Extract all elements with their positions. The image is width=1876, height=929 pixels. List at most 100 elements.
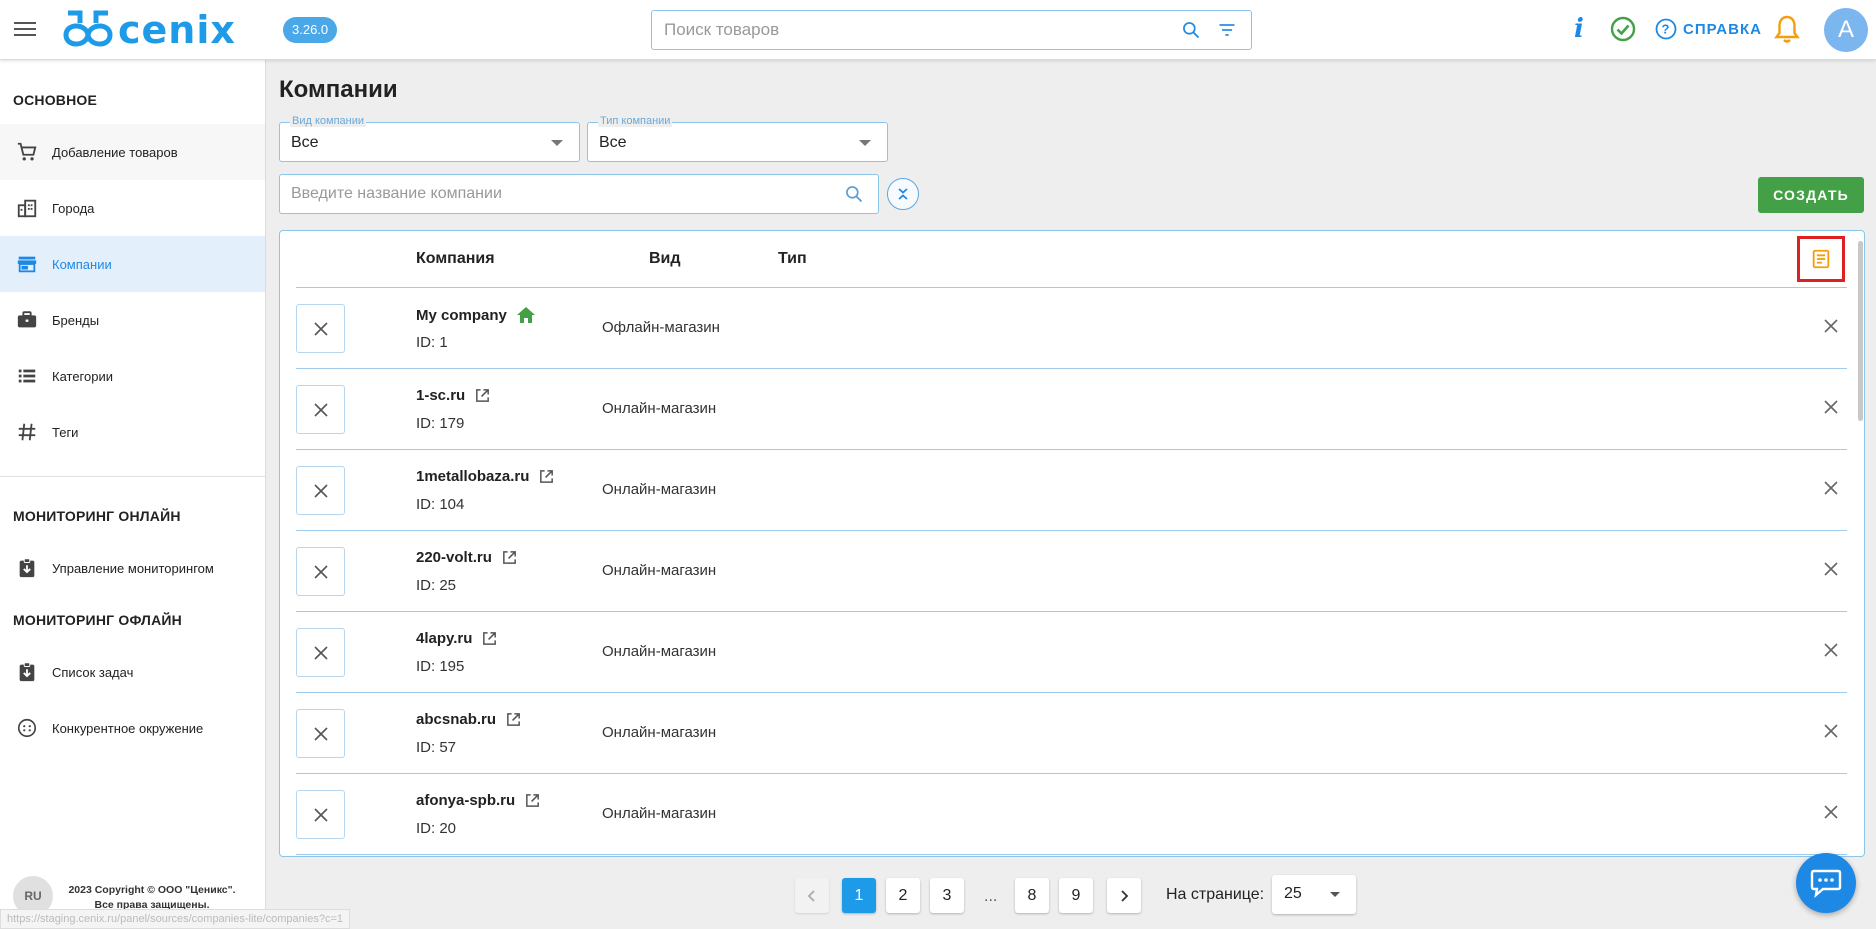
table-row[interactable]: My company ID: 1 Офлайн-магазин xyxy=(296,288,1847,369)
delete-row-icon[interactable] xyxy=(1823,723,1839,739)
status-bar-url: https://staging.cenix.ru/panel/sources/c… xyxy=(0,909,350,929)
external-link-icon[interactable] xyxy=(505,711,522,728)
search-icon[interactable] xyxy=(844,184,864,209)
company-name[interactable]: 220-volt.ru xyxy=(416,549,492,566)
table-row[interactable]: abcsnab.ru ID: 57 Онлайн-магазин xyxy=(296,693,1847,774)
delete-row-icon[interactable] xyxy=(1823,642,1839,658)
company-name-cell: abcsnab.ru xyxy=(416,711,522,728)
select-row-button[interactable] xyxy=(296,628,345,677)
filter-icon[interactable] xyxy=(1217,20,1237,45)
sidebar-item-monitoring-management[interactable]: Управление мониторингом xyxy=(0,540,265,596)
company-kind: Онлайн-магазин xyxy=(602,805,717,822)
company-kind: Онлайн-магазин xyxy=(602,400,717,417)
external-link-icon[interactable] xyxy=(524,792,541,809)
company-id: ID: 57 xyxy=(416,739,457,756)
search-icon[interactable] xyxy=(1181,20,1201,45)
sidebar-item-label: Бренды xyxy=(52,312,100,328)
external-link-icon[interactable] xyxy=(474,387,491,404)
column-header-type[interactable]: Тип xyxy=(778,250,807,268)
company-kind-select[interactable]: Вид компании Все xyxy=(279,115,580,162)
product-search-input[interactable] xyxy=(652,11,1152,49)
sidebar-item-tags[interactable]: Теги xyxy=(0,404,265,460)
info-icon[interactable]: i xyxy=(1574,14,1584,44)
external-link-icon[interactable] xyxy=(538,468,555,485)
page-button[interactable]: 9 xyxy=(1059,878,1093,913)
close-icon xyxy=(313,807,329,823)
svg-text:?: ? xyxy=(1662,22,1671,37)
sidebar-item-task-list[interactable]: Список задач xyxy=(0,644,265,700)
prev-page-button[interactable] xyxy=(795,878,829,913)
bell-icon[interactable] xyxy=(1773,14,1801,49)
company-kind: Онлайн-магазин xyxy=(602,481,717,498)
scrollbar[interactable] xyxy=(1858,241,1863,421)
external-link-icon[interactable] xyxy=(501,549,518,566)
company-search xyxy=(279,174,879,214)
chat-button[interactable] xyxy=(1796,853,1856,913)
sidebar-item-label: Список задач xyxy=(52,664,134,680)
company-name[interactable]: abcsnab.ru xyxy=(416,711,496,728)
table-row[interactable]: 220-volt.ru ID: 25 Онлайн-магазин xyxy=(296,531,1847,612)
help-icon: ? xyxy=(1655,18,1677,40)
sidebar-item-companies[interactable]: Компании xyxy=(0,236,265,292)
page-button[interactable]: 8 xyxy=(1015,878,1049,913)
company-name-cell: 4lapy.ru xyxy=(416,630,498,647)
export-list-icon[interactable] xyxy=(1810,248,1832,270)
sidebar-item-cities[interactable]: Города xyxy=(0,180,265,236)
company-name[interactable]: 1-sc.ru xyxy=(416,387,465,404)
select-row-button[interactable] xyxy=(296,709,345,758)
company-name[interactable]: 1metallobaza.ru xyxy=(416,468,529,485)
page-button[interactable]: 3 xyxy=(930,878,964,913)
company-search-input[interactable] xyxy=(280,175,820,213)
help-label: СПРАВКА xyxy=(1683,20,1762,38)
avatar[interactable]: A xyxy=(1824,8,1868,52)
close-icon xyxy=(313,483,329,499)
table-row[interactable]: 4lapy.ru ID: 195 Онлайн-магазин xyxy=(296,612,1847,693)
expand-filters-button[interactable] xyxy=(887,178,919,210)
company-name[interactable]: 4lapy.ru xyxy=(416,630,472,647)
section-title-main: ОСНОВНОЕ xyxy=(13,92,98,108)
external-link-icon[interactable] xyxy=(481,630,498,647)
select-row-button[interactable] xyxy=(296,790,345,839)
company-kind: Онлайн-магазин xyxy=(602,562,717,579)
page-button[interactable]: 2 xyxy=(886,878,920,913)
sidebar-item-categories[interactable]: Категории xyxy=(0,348,265,404)
delete-row-icon[interactable] xyxy=(1823,480,1839,496)
menu-icon[interactable] xyxy=(14,18,36,38)
company-name[interactable]: afonya-spb.ru xyxy=(416,792,515,809)
delete-row-icon[interactable] xyxy=(1823,318,1839,334)
select-row-button[interactable] xyxy=(296,304,345,353)
table-row[interactable]: 1-sc.ru ID: 179 Онлайн-магазин xyxy=(296,369,1847,450)
delete-row-icon[interactable] xyxy=(1823,561,1839,577)
table-row[interactable]: afonya-spb.ru ID: 20 Онлайн-магазин xyxy=(296,774,1847,855)
create-button[interactable]: СОЗДАТЬ xyxy=(1758,177,1864,213)
highlight-box xyxy=(1797,236,1845,282)
next-page-button[interactable] xyxy=(1107,878,1141,913)
sidebar-item-add-products[interactable]: Добавление товаров xyxy=(0,124,265,180)
company-name[interactable]: My company xyxy=(416,307,507,324)
delete-row-icon[interactable] xyxy=(1823,804,1839,820)
sidebar-item-label: Управление мониторингом xyxy=(52,560,214,576)
company-id: ID: 104 xyxy=(416,496,465,513)
company-id: ID: 195 xyxy=(416,658,465,675)
company-type-select[interactable]: Тип компании Все xyxy=(587,115,888,162)
sidebar-item-competitive-environment[interactable]: Конкурентное окружение xyxy=(0,700,265,756)
delete-row-icon[interactable] xyxy=(1823,399,1839,415)
sidebar-item-brands[interactable]: Бренды xyxy=(0,292,265,348)
table-row[interactable]: 1metallobaza.ru ID: 104 Онлайн-магазин xyxy=(296,450,1847,531)
close-icon xyxy=(313,402,329,418)
select-row-button[interactable] xyxy=(296,466,345,515)
column-header-kind[interactable]: Вид xyxy=(649,250,681,268)
chevron-right-icon xyxy=(1121,889,1129,902)
check-circle-icon[interactable] xyxy=(1610,16,1636,47)
help-link[interactable]: ? СПРАВКА xyxy=(1655,18,1762,40)
logo[interactable]: cenix xyxy=(62,6,236,54)
select-row-button[interactable] xyxy=(296,385,345,434)
company-id: ID: 25 xyxy=(416,577,457,594)
company-id: ID: 1 xyxy=(416,334,448,351)
column-header-company[interactable]: Компания xyxy=(416,250,495,268)
per-page-value: 25 xyxy=(1284,885,1302,902)
page-button[interactable]: 1 xyxy=(842,878,876,913)
company-name-cell: 1metallobaza.ru xyxy=(416,468,555,485)
select-row-button[interactable] xyxy=(296,547,345,596)
per-page-select[interactable]: 25 xyxy=(1272,875,1356,914)
